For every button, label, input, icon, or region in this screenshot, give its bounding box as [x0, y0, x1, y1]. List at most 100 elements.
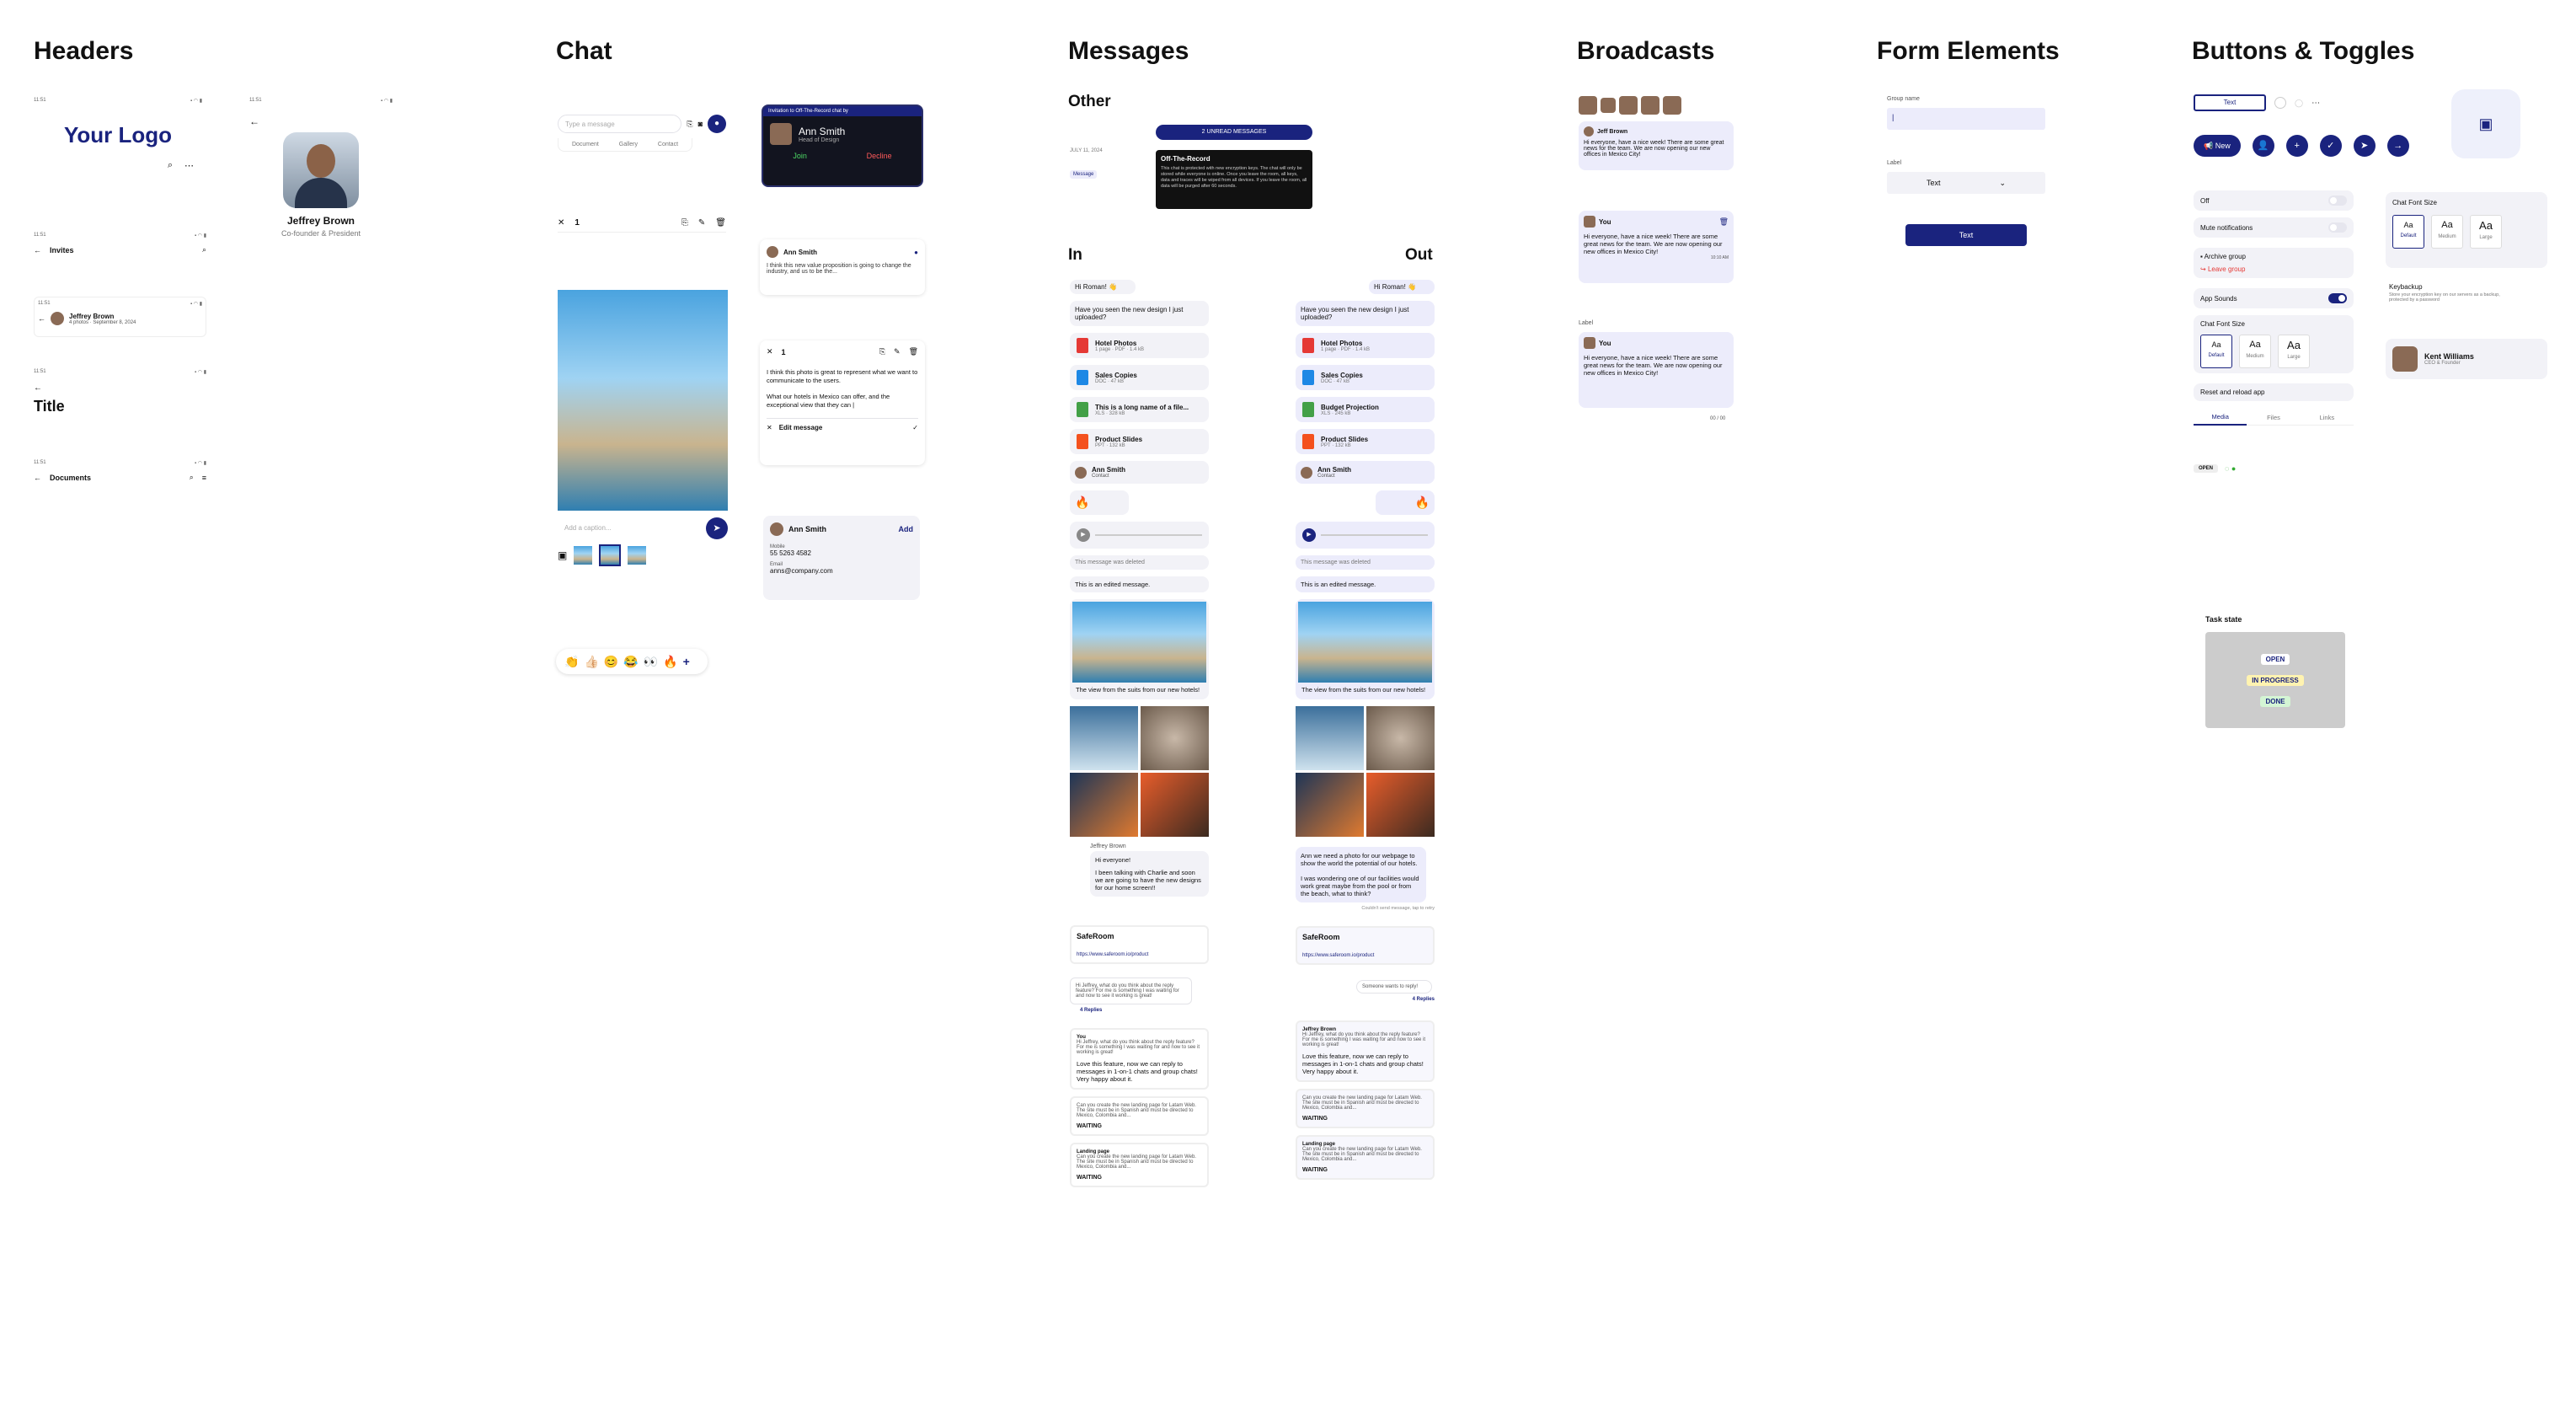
message-bubble[interactable]: Hi Roman! 👋 [1070, 280, 1136, 294]
filter-icon[interactable]: ≡ [202, 474, 206, 482]
link-preview[interactable]: SafeRoom https://www.saferoom.io/product [1070, 925, 1209, 964]
edit-icon[interactable]: ✎ [698, 218, 705, 228]
search-icon[interactable]: ⌕ [202, 245, 206, 254]
photo-message[interactable]: The view from the suits from our new hot… [1070, 599, 1209, 699]
user-button[interactable]: 👤 [2252, 135, 2274, 157]
voice-message[interactable]: ▶ [1070, 522, 1209, 549]
search-icon[interactable]: ⌕ [168, 160, 173, 171]
circle-icon[interactable]: ◯ [2295, 99, 2303, 108]
toggle-row-off[interactable]: Off [2194, 190, 2354, 211]
add-user-button[interactable]: + [2285, 135, 2308, 157]
thumbnail-selected[interactable] [599, 544, 622, 566]
trash-icon[interactable]: 🗑 [1719, 217, 1729, 227]
select-field[interactable]: Text ⌄ [1887, 172, 2045, 194]
caption-input[interactable]: Add a caption... [558, 521, 699, 536]
file-bubble[interactable]: Sales Copies DOC · 47 kB [1296, 365, 1435, 390]
add-reaction-button[interactable]: + [683, 655, 690, 668]
edited-message[interactable]: This is an edited message. [1070, 576, 1209, 592]
back-arrow-icon[interactable]: ← [34, 383, 206, 393]
close-icon[interactable]: ✕ [558, 218, 564, 228]
mic-button[interactable]: ● [708, 115, 726, 133]
font-size-default[interactable]: Aa Default [2392, 215, 2424, 249]
thumbnail[interactable] [628, 546, 647, 565]
thread-bubble[interactable]: Hi Jeffrey, what do you think about the … [1070, 977, 1192, 1004]
font-size-large[interactable]: Aa Large [2278, 335, 2310, 368]
state-done[interactable]: DONE [2260, 695, 2290, 707]
attach-contact[interactable]: Contact [658, 142, 678, 147]
font-size-default[interactable]: Aa Default [2200, 335, 2232, 368]
reply-bubble[interactable]: You Hi Jeffrey, what do you think about t… [1070, 1028, 1209, 1090]
edited-message[interactable]: This is an edited message. [1296, 576, 1435, 592]
reaction-thumbs-up[interactable]: 👍🏻 [584, 655, 598, 669]
more-icon[interactable]: ⋯ [2311, 99, 2320, 108]
tab-media[interactable]: Media [2194, 413, 2247, 426]
reaction-clap[interactable]: 👏 [564, 655, 579, 669]
join-button[interactable]: Join [793, 152, 807, 160]
image-placeholder-icon[interactable]: ▣ [2451, 89, 2520, 158]
close-icon[interactable]: ✕ [767, 347, 773, 356]
user-card[interactable]: Kent Williams CEO & Founder [2386, 339, 2547, 379]
state-in-progress[interactable]: IN PROGRESS [2247, 674, 2304, 686]
font-size-large[interactable]: Aa Large [2470, 215, 2502, 249]
toggle-off[interactable] [2328, 195, 2347, 206]
back-arrow-icon[interactable]: ← [34, 246, 41, 254]
photo-message[interactable]: The view from the suits from our new hot… [1296, 599, 1435, 699]
reaction-eyes[interactable]: 👀 [644, 655, 658, 669]
check-button[interactable]: ✓ [2319, 135, 2342, 157]
invite-row-header[interactable]: 11:51 ▪ ◠ ▮ ← Jeffrey Brown 4 photos · Se… [34, 297, 206, 337]
search-icon[interactable]: ⌕ [190, 473, 194, 482]
message-bubble[interactable]: Hi Roman! 👋 [1369, 280, 1435, 294]
attach-gallery[interactable]: Gallery [619, 142, 638, 147]
back-arrow-icon[interactable]: ← [38, 314, 45, 323]
copy-icon[interactable]: ⎘ [879, 347, 885, 356]
link-url[interactable]: https://www.saferoom.io/product [1302, 953, 1428, 958]
file-bubble[interactable]: Product Slides PPT · 132 kB [1296, 429, 1435, 454]
file-bubble[interactable]: Sales Copies DOC · 47 kB [1070, 365, 1209, 390]
group-name-input[interactable]: | [1887, 108, 2045, 130]
broadcast-message[interactable]: Jeff Brown Hi everyone, have a nice week… [1579, 121, 1734, 170]
tab-files[interactable]: Files [2247, 414, 2301, 426]
camera-icon[interactable]: ◙ [698, 120, 703, 128]
link-preview[interactable]: SafeRoom https://www.saferoom.io/product [1296, 926, 1435, 965]
file-bubble[interactable]: Hotel Photos 1 page · PDF · 1.4 kB [1296, 333, 1435, 358]
contact-bubble[interactable]: Ann Smith Contact [1070, 461, 1209, 484]
copy-icon[interactable]: ⎘ [681, 218, 688, 228]
form-submit-button[interactable]: Text [1905, 224, 2027, 246]
play-icon[interactable]: ▶ [1077, 528, 1090, 542]
task-bubble[interactable]: Can you create the new landing page for … [1296, 1089, 1435, 1128]
send-failed-note[interactable]: Couldn't send message, tap to retry [1296, 906, 1435, 911]
voice-message[interactable]: ▶ [1296, 522, 1435, 549]
state-open[interactable]: OPEN [2260, 653, 2290, 665]
radio-empty[interactable] [2274, 97, 2286, 109]
close-reply-icon[interactable]: ● [914, 249, 918, 256]
mute-row[interactable]: Mute notifications [2194, 217, 2354, 238]
voice-progress[interactable] [1095, 534, 1202, 536]
font-size-medium[interactable]: Aa Medium [2431, 215, 2463, 249]
edit-icon[interactable]: ✎ [894, 347, 901, 356]
voice-progress[interactable] [1321, 534, 1428, 536]
close-icon[interactable]: ✕ [767, 424, 772, 431]
broadcast-compose[interactable]: You Hi everyone, have a nice week! There… [1579, 332, 1734, 408]
trash-icon[interactable]: 🗑 [715, 218, 726, 228]
photo-grid[interactable] [1070, 706, 1209, 837]
attach-icon[interactable]: ⎘ [687, 120, 692, 129]
contact-bubble[interactable]: Ann Smith Contact [1296, 461, 1435, 484]
reaction-fire[interactable]: 🔥 [663, 655, 677, 669]
someone-typing-chip[interactable]: Someone wants to reply! [1356, 980, 1432, 994]
message-bubble[interactable]: Hi everyone! I been talking with Charlie … [1090, 851, 1209, 897]
file-bubble[interactable]: This is a long name of a file... XLS · 32… [1070, 397, 1209, 422]
replies-link[interactable]: 4 Replies [1296, 997, 1435, 1002]
add-contact-link[interactable]: Add [899, 525, 914, 533]
archive-row[interactable]: ▪ Archive group [2200, 253, 2347, 260]
back-arrow-icon[interactable]: ← [249, 115, 393, 127]
play-icon[interactable]: ▶ [1302, 528, 1316, 542]
font-size-medium[interactable]: Aa Medium [2239, 335, 2271, 368]
back-arrow-icon[interactable]: ← [34, 474, 41, 482]
task-bubble[interactable]: Landing page Can you create the new landi… [1070, 1143, 1209, 1187]
check-icon[interactable]: ✓ [912, 424, 918, 431]
message-bubble[interactable]: Ann we need a photo for our webpage to s… [1296, 847, 1426, 902]
new-button[interactable]: 📢 New [2194, 135, 2241, 157]
file-bubble[interactable]: Hotel Photos 1 page · PDF · 1.4 kB [1070, 333, 1209, 358]
link-url[interactable]: https://www.saferoom.io/product [1077, 952, 1202, 957]
reply-bubble[interactable]: Jeffrey Brown Hi Jeffrey, what do you thi… [1296, 1020, 1435, 1082]
